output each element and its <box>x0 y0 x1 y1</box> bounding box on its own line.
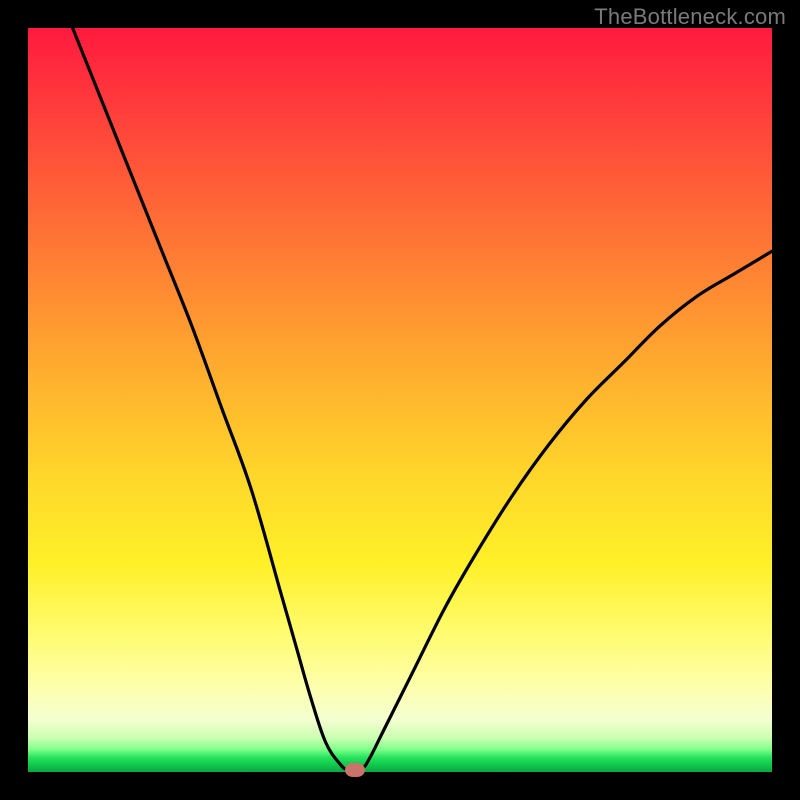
optimal-point-marker <box>345 763 365 777</box>
plot-area <box>28 28 772 772</box>
bottleneck-curve <box>28 28 772 772</box>
watermark-text: TheBottleneck.com <box>594 4 786 30</box>
chart-frame: TheBottleneck.com <box>0 0 800 800</box>
